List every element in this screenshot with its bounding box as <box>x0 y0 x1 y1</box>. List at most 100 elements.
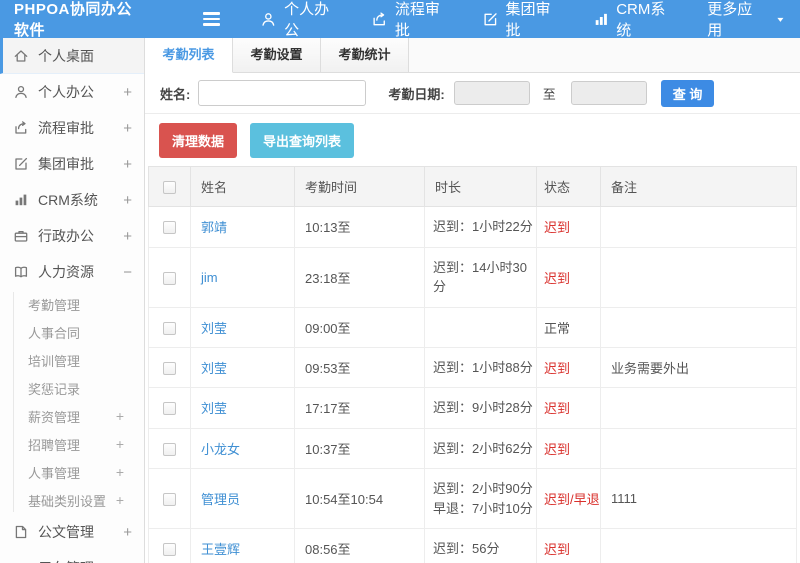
note <box>600 528 797 563</box>
topnav-workflow-approval[interactable]: 流程审批 <box>357 0 468 39</box>
tab-attendance-settings[interactable]: 考勤设置 <box>233 38 321 72</box>
topnav-group-approval[interactable]: 集团审批 <box>468 0 579 39</box>
col-header-note: 备注 <box>600 166 797 207</box>
employee-name-link[interactable]: 刘莹 <box>201 361 227 376</box>
status-badge: 迟到 <box>544 401 571 417</box>
expand-plus-icon[interactable]: + <box>116 436 124 452</box>
note <box>600 306 797 348</box>
employee-name-link[interactable]: 王壹辉 <box>201 542 240 557</box>
sidebar-item-crm-system[interactable]: CRM系统 + <box>0 182 144 218</box>
to-label: 至 <box>542 86 556 102</box>
row-checkbox[interactable] <box>163 493 176 507</box>
expand-plus-icon[interactable]: + <box>123 120 132 137</box>
sidebar-item-human-resources[interactable]: 人力资源 − <box>0 254 144 290</box>
sidebar-item-admin-office[interactable]: 行政办公 + <box>0 218 144 254</box>
topnav-personal-office[interactable]: 个人办公 <box>246 0 357 39</box>
attendance-time: 10:54至10:54 <box>294 468 425 529</box>
submenu-item-attendance-mgmt[interactable]: 考勤管理 <box>0 290 144 318</box>
duration <box>424 306 537 348</box>
export-list-button[interactable]: 导出查询列表 <box>250 123 355 158</box>
sidebar-item-workflow-approval[interactable]: 流程审批 + <box>0 110 144 146</box>
topnav-more-apps[interactable]: 更多应用 <box>693 0 800 39</box>
employee-name-link[interactable]: 管理员 <box>201 492 240 507</box>
status-badge: 迟到 <box>544 360 571 376</box>
submenu-item-reward-punishment[interactable]: 奖惩记录 <box>0 374 144 402</box>
expand-plus-icon[interactable]: + <box>116 408 124 424</box>
submenu-item-personnel-mgmt[interactable]: 人事管理 + <box>0 458 144 486</box>
table-row: 刘莹 09:53至 迟到：1小时88分 迟到 业务需要外出 <box>148 346 797 388</box>
status-badge: 正常 <box>544 320 571 336</box>
duration: 迟到：2小时62分 <box>424 427 537 469</box>
expand-plus-icon[interactable]: + <box>116 464 124 480</box>
row-checkbox[interactable] <box>163 321 176 335</box>
row-checkbox[interactable] <box>163 271 176 285</box>
expand-plus-icon[interactable]: + <box>123 228 132 245</box>
attendance-time: 10:13至 <box>294 206 425 248</box>
date-to-input[interactable] <box>570 81 647 105</box>
filter-bar: 姓名: 考勤日期: 至 查 询 <box>145 73 800 114</box>
row-checkbox[interactable] <box>163 442 176 456</box>
table-row: 刘莹 17:17至 迟到：9小时28分 迟到 <box>148 387 797 429</box>
table-row: jim 23:18至 迟到：14小时30分 迟到 <box>148 246 797 308</box>
hamburger-menu-icon[interactable] <box>203 12 221 26</box>
sidebar: 个人桌面 个人办公 + 流程审批 + 集团审批 + CRM系统 + 行政办公 +… <box>0 38 145 563</box>
col-header-name: 姓名 <box>190 166 295 207</box>
workflow-icon <box>371 11 388 28</box>
workflow-icon <box>13 120 29 136</box>
sidebar-item-group-approval[interactable]: 集团审批 + <box>0 146 144 182</box>
top-nav: 个人办公 流程审批 集团审批 CRM系统 更多应用 <box>246 0 800 39</box>
expand-plus-icon[interactable]: + <box>123 84 132 101</box>
employee-name-link[interactable]: 刘莹 <box>201 401 227 416</box>
tab-bar: 考勤列表 考勤设置 考勤统计 <box>145 38 800 73</box>
row-checkbox[interactable] <box>163 543 176 557</box>
attendance-time: 09:00至 <box>294 306 425 348</box>
top-header: PHPOA协同办公软件 个人办公 流程审批 集团审批 CRM系统 更多应用 <box>0 0 800 39</box>
sidebar-item-personal-desktop[interactable]: 个人桌面 <box>0 38 144 74</box>
chart-icon <box>593 11 610 28</box>
submenu-item-personnel-contract[interactable]: 人事合同 <box>0 318 144 346</box>
attendance-date-label: 考勤日期: <box>388 86 445 102</box>
col-header-duration: 时长 <box>424 166 537 207</box>
search-button[interactable]: 查 询 <box>660 79 715 107</box>
employee-name-link[interactable]: jim <box>201 270 218 285</box>
expand-plus-icon[interactable]: + <box>123 560 132 563</box>
row-checkbox[interactable] <box>163 221 176 235</box>
table-row: 刘莹 09:00至 正常 <box>148 306 797 348</box>
edit-icon <box>13 156 29 172</box>
note: 业务需要外出 <box>600 346 797 388</box>
status-badge: 迟到 <box>544 270 571 286</box>
tab-attendance-stats[interactable]: 考勤统计 <box>321 38 409 72</box>
sidebar-item-personal-office[interactable]: 个人办公 + <box>0 74 144 110</box>
employee-name-link[interactable]: 郭靖 <box>201 220 227 235</box>
tab-attendance-list[interactable]: 考勤列表 <box>145 38 233 73</box>
edit-icon <box>482 11 499 28</box>
clean-data-button[interactable]: 清理数据 <box>159 123 238 158</box>
app-window: PHPOA协同办公软件 个人办公 流程审批 集团审批 CRM系统 更多应用 个人… <box>0 0 800 563</box>
collapse-minus-icon[interactable]: − <box>123 264 132 281</box>
expand-plus-icon[interactable]: + <box>123 192 132 209</box>
home-icon <box>13 48 29 64</box>
hr-submenu: 考勤管理 人事合同 培训管理 奖惩记录 薪资管理 + 招聘管理 + 人事管理 +… <box>0 290 144 514</box>
submenu-item-salary-mgmt[interactable]: 薪资管理 + <box>0 402 144 430</box>
sidebar-item-document-mgmt[interactable]: 公文管理 + <box>0 514 144 550</box>
attendance-time: 09:53至 <box>294 346 425 388</box>
name-input[interactable] <box>198 80 367 106</box>
note <box>600 246 797 308</box>
topnav-crm-system[interactable]: CRM系统 <box>579 0 694 39</box>
row-checkbox[interactable] <box>163 402 176 416</box>
duration: 迟到：1小时22分 <box>424 206 537 248</box>
table-row: 郭靖 10:13至 迟到：1小时22分 迟到 <box>148 206 797 248</box>
employee-name-link[interactable]: 刘莹 <box>201 321 227 336</box>
submenu-item-training-mgmt[interactable]: 培训管理 <box>0 346 144 374</box>
row-checkbox[interactable] <box>163 361 176 375</box>
sidebar-item-vehicle-mgmt[interactable]: 用车管理 + <box>0 550 144 563</box>
submenu-item-recruit-mgmt[interactable]: 招聘管理 + <box>0 430 144 458</box>
employee-name-link[interactable]: 小龙女 <box>201 442 240 457</box>
duration: 迟到：14小时30分 <box>424 246 537 308</box>
expand-plus-icon[interactable]: + <box>123 156 132 173</box>
date-from-input[interactable] <box>453 81 530 105</box>
select-all-checkbox[interactable] <box>163 181 176 195</box>
expand-plus-icon[interactable]: + <box>116 492 124 508</box>
submenu-item-base-category-settings[interactable]: 基础类别设置 + <box>0 486 144 514</box>
expand-plus-icon[interactable]: + <box>123 524 132 541</box>
